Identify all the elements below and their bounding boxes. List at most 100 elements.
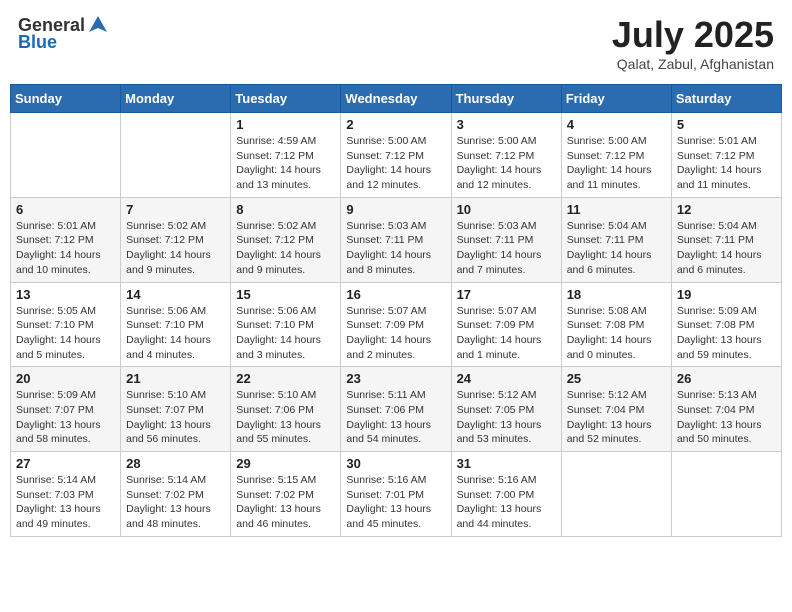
calendar-header-monday: Monday: [121, 85, 231, 113]
calendar-cell: 13Sunrise: 5:05 AMSunset: 7:10 PMDayligh…: [11, 282, 121, 367]
day-number: 17: [457, 287, 556, 302]
calendar-header-friday: Friday: [561, 85, 671, 113]
day-info: Sunrise: 5:03 AMSunset: 7:11 PMDaylight:…: [346, 219, 445, 278]
day-info: Sunrise: 5:04 AMSunset: 7:11 PMDaylight:…: [567, 219, 666, 278]
calendar-cell: 26Sunrise: 5:13 AMSunset: 7:04 PMDayligh…: [671, 367, 781, 452]
calendar-cell: [561, 452, 671, 537]
calendar-cell: [11, 113, 121, 198]
calendar-cell: 21 Sunrise: 5:10 AMSunset: 7:07 PMDayligh…: [121, 367, 231, 452]
day-number: 22: [236, 371, 335, 386]
calendar-cell: 25Sunrise: 5:12 AMSunset: 7:04 PMDayligh…: [561, 367, 671, 452]
day-number: 29: [236, 456, 335, 471]
day-info: Sunrise: 5:01 AMSunset: 7:12 PMDaylight:…: [16, 219, 115, 278]
day-info: Sunrise: 5:08 AMSunset: 7:08 PMDaylight:…: [567, 304, 666, 363]
location-subtitle: Qalat, Zabul, Afghanistan: [612, 56, 774, 72]
calendar-cell: 27 Sunrise: 5:14 AMSunset: 7:03 PMDayligh…: [11, 452, 121, 537]
calendar-table: SundayMondayTuesdayWednesdayThursdayFrid…: [10, 84, 782, 537]
day-number: 4: [567, 117, 666, 132]
day-info: Sunrise: 5:14 AMSunset: 7:03 PMDaylight:…: [16, 473, 115, 532]
day-info: Sunrise: 5:16 AMSunset: 7:01 PMDaylight:…: [346, 473, 445, 532]
day-info: Sunrise: 5:10 AMSunset: 7:06 PMDaylight:…: [236, 388, 335, 447]
day-number: 18: [567, 287, 666, 302]
calendar-cell: 15 Sunrise: 5:06 AMSunset: 7:10 PMDayligh…: [231, 282, 341, 367]
day-info: Sunrise: 5:04 AMSunset: 7:11 PMDaylight:…: [677, 219, 776, 278]
day-info: Sunrise: 5:02 AMSunset: 7:12 PMDaylight:…: [236, 219, 335, 278]
day-info: Sunrise: 5:14 AMSunset: 7:02 PMDaylight:…: [126, 473, 225, 532]
day-number: 6: [16, 202, 115, 217]
calendar-cell: 2 Sunrise: 5:00 AMSunset: 7:12 PMDaylight…: [341, 113, 451, 198]
calendar-header-wednesday: Wednesday: [341, 85, 451, 113]
day-info: Sunrise: 5:05 AMSunset: 7:10 PMDaylight:…: [16, 304, 115, 363]
day-number: 19: [677, 287, 776, 302]
day-info: Sunrise: 5:00 AMSunset: 7:12 PMDaylight:…: [457, 134, 556, 193]
day-info: Sunrise: 5:07 AMSunset: 7:09 PMDaylight:…: [457, 304, 556, 363]
calendar-cell: 9 Sunrise: 5:03 AMSunset: 7:11 PMDaylight…: [341, 197, 451, 282]
calendar-cell: 12Sunrise: 5:04 AMSunset: 7:11 PMDayligh…: [671, 197, 781, 282]
day-number: 14: [126, 287, 225, 302]
month-title: July 2025: [612, 14, 774, 56]
calendar-cell: 10 Sunrise: 5:03 AMSunset: 7:11 PMDayligh…: [451, 197, 561, 282]
header: General Blue July 2025 Qalat, Zabul, Afg…: [10, 10, 782, 76]
day-info: Sunrise: 5:00 AMSunset: 7:12 PMDaylight:…: [346, 134, 445, 193]
calendar-cell: 4 Sunrise: 5:00 AMSunset: 7:12 PMDaylight…: [561, 113, 671, 198]
calendar-cell: 7 Sunrise: 5:02 AMSunset: 7:12 PMDaylight…: [121, 197, 231, 282]
calendar-cell: [121, 113, 231, 198]
day-number: 5: [677, 117, 776, 132]
calendar-cell: 5 Sunrise: 5:01 AMSunset: 7:12 PMDaylight…: [671, 113, 781, 198]
calendar-week-row: 27 Sunrise: 5:14 AMSunset: 7:03 PMDayligh…: [11, 452, 782, 537]
day-number: 8: [236, 202, 335, 217]
calendar-cell: 23 Sunrise: 5:11 AMSunset: 7:06 PMDayligh…: [341, 367, 451, 452]
day-number: 23: [346, 371, 445, 386]
day-number: 2: [346, 117, 445, 132]
calendar-week-row: 20Sunrise: 5:09 AMSunset: 7:07 PMDayligh…: [11, 367, 782, 452]
calendar-cell: 6 Sunrise: 5:01 AMSunset: 7:12 PMDaylight…: [11, 197, 121, 282]
day-number: 11: [567, 202, 666, 217]
day-info: Sunrise: 5:09 AMSunset: 7:07 PMDaylight:…: [16, 388, 115, 447]
day-number: 9: [346, 202, 445, 217]
day-info: Sunrise: 5:01 AMSunset: 7:12 PMDaylight:…: [677, 134, 776, 193]
logo: General Blue: [18, 14, 109, 53]
calendar-week-row: 6 Sunrise: 5:01 AMSunset: 7:12 PMDaylight…: [11, 197, 782, 282]
calendar-cell: 18 Sunrise: 5:08 AMSunset: 7:08 PMDayligh…: [561, 282, 671, 367]
calendar-cell: 8 Sunrise: 5:02 AMSunset: 7:12 PMDaylight…: [231, 197, 341, 282]
day-info: Sunrise: 5:11 AMSunset: 7:06 PMDaylight:…: [346, 388, 445, 447]
day-info: Sunrise: 5:07 AMSunset: 7:09 PMDaylight:…: [346, 304, 445, 363]
calendar-cell: 20Sunrise: 5:09 AMSunset: 7:07 PMDayligh…: [11, 367, 121, 452]
day-number: 16: [346, 287, 445, 302]
calendar-cell: 19Sunrise: 5:09 AMSunset: 7:08 PMDayligh…: [671, 282, 781, 367]
calendar-header-row: SundayMondayTuesdayWednesdayThursdayFrid…: [11, 85, 782, 113]
day-number: 15: [236, 287, 335, 302]
calendar-cell: 1 Sunrise: 4:59 AMSunset: 7:12 PMDaylight…: [231, 113, 341, 198]
day-number: 1: [236, 117, 335, 132]
logo-blue: Blue: [18, 32, 57, 53]
day-number: 31: [457, 456, 556, 471]
title-area: July 2025 Qalat, Zabul, Afghanistan: [612, 14, 774, 72]
calendar-header-tuesday: Tuesday: [231, 85, 341, 113]
day-number: 27: [16, 456, 115, 471]
calendar-cell: 22 Sunrise: 5:10 AMSunset: 7:06 PMDayligh…: [231, 367, 341, 452]
day-info: Sunrise: 5:12 AMSunset: 7:05 PMDaylight:…: [457, 388, 556, 447]
day-info: Sunrise: 5:00 AMSunset: 7:12 PMDaylight:…: [567, 134, 666, 193]
day-number: 30: [346, 456, 445, 471]
calendar-week-row: 1 Sunrise: 4:59 AMSunset: 7:12 PMDaylight…: [11, 113, 782, 198]
day-info: Sunrise: 5:06 AMSunset: 7:10 PMDaylight:…: [126, 304, 225, 363]
day-info: Sunrise: 4:59 AMSunset: 7:12 PMDaylight:…: [236, 134, 335, 193]
day-info: Sunrise: 5:10 AMSunset: 7:07 PMDaylight:…: [126, 388, 225, 447]
day-number: 7: [126, 202, 225, 217]
day-info: Sunrise: 5:03 AMSunset: 7:11 PMDaylight:…: [457, 219, 556, 278]
calendar-cell: 3Sunrise: 5:00 AMSunset: 7:12 PMDaylight…: [451, 113, 561, 198]
day-number: 21: [126, 371, 225, 386]
day-number: 26: [677, 371, 776, 386]
calendar-cell: 28Sunrise: 5:14 AMSunset: 7:02 PMDayligh…: [121, 452, 231, 537]
day-number: 10: [457, 202, 556, 217]
day-info: Sunrise: 5:12 AMSunset: 7:04 PMDaylight:…: [567, 388, 666, 447]
day-info: Sunrise: 5:06 AMSunset: 7:10 PMDaylight:…: [236, 304, 335, 363]
calendar-header-thursday: Thursday: [451, 85, 561, 113]
day-info: Sunrise: 5:02 AMSunset: 7:12 PMDaylight:…: [126, 219, 225, 278]
calendar-cell: 31Sunrise: 5:16 AMSunset: 7:00 PMDayligh…: [451, 452, 561, 537]
calendar-body: 1 Sunrise: 4:59 AMSunset: 7:12 PMDaylight…: [11, 113, 782, 537]
calendar-header-sunday: Sunday: [11, 85, 121, 113]
calendar-week-row: 13Sunrise: 5:05 AMSunset: 7:10 PMDayligh…: [11, 282, 782, 367]
logo-icon: [87, 14, 109, 36]
calendar-cell: 16 Sunrise: 5:07 AMSunset: 7:09 PMDayligh…: [341, 282, 451, 367]
